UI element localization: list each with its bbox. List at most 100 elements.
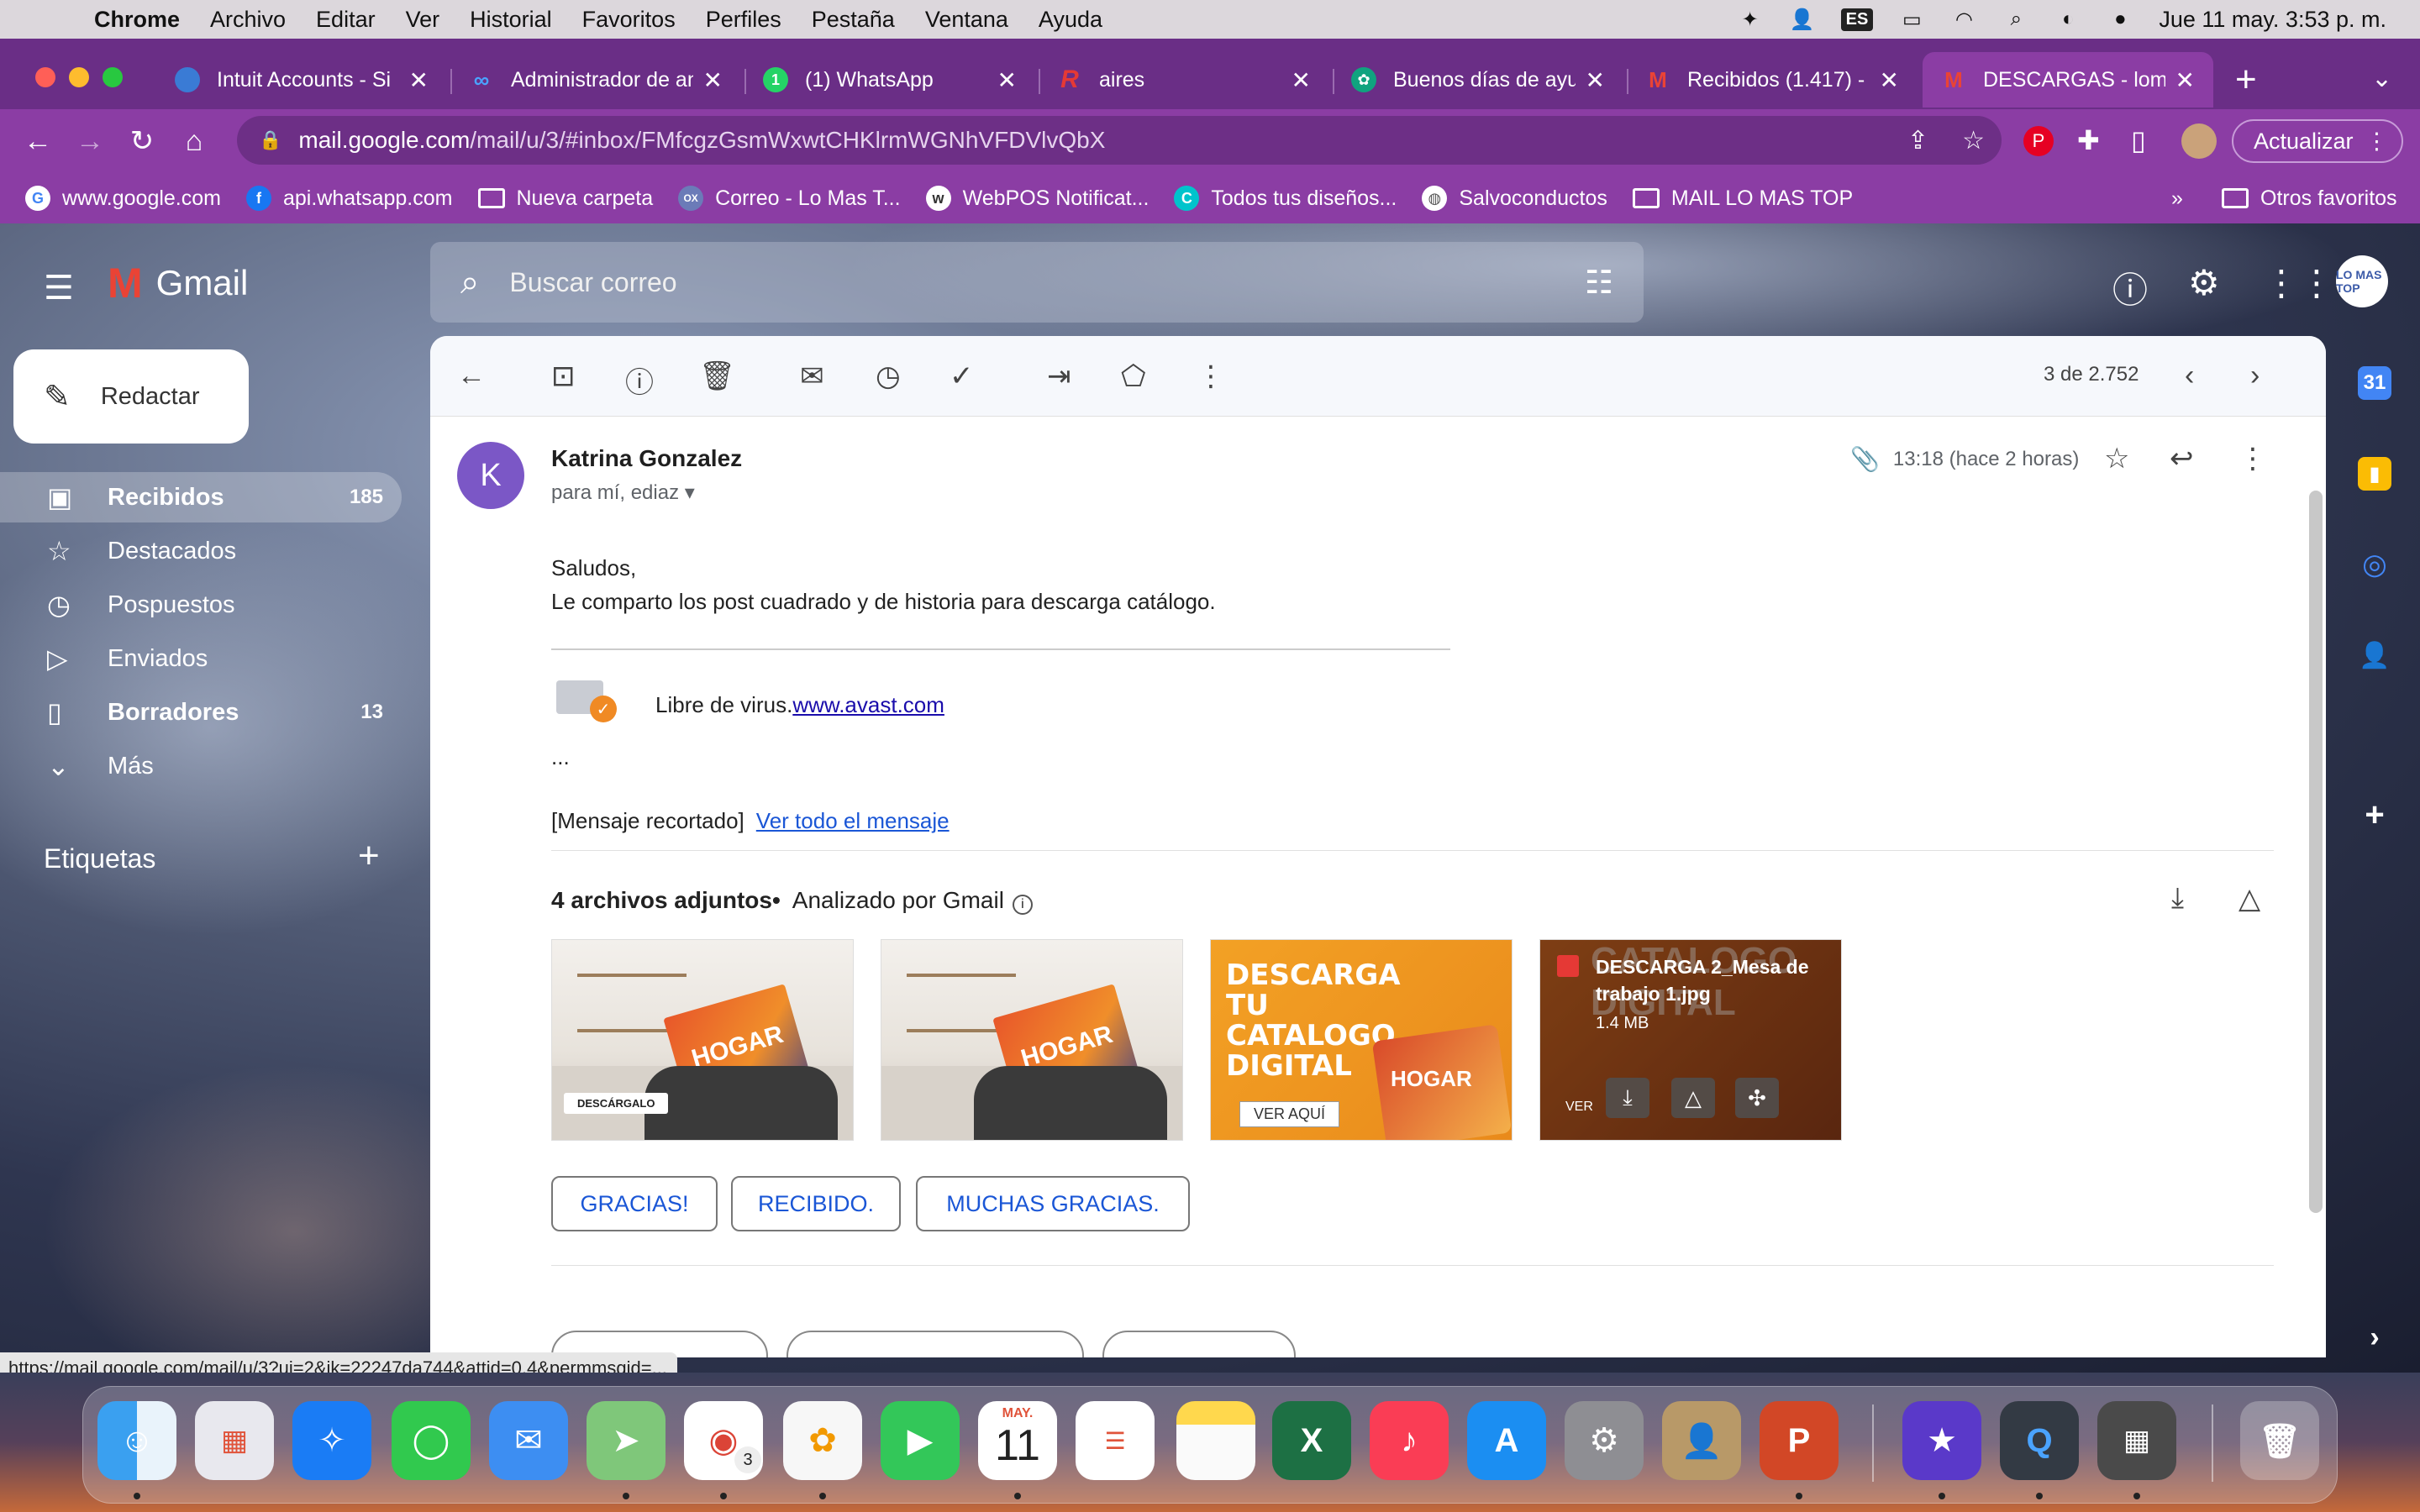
- tab-whatsapp[interactable]: 1 (1) WhatsApp ✕: [744, 52, 1035, 108]
- tab-meta-admin[interactable]: ∞ Administrador de an ✕: [450, 52, 741, 108]
- attachment-thumbnail-3[interactable]: DESCARGA TU CATALOGO DIGITAL VER AQUÍ HO…: [1210, 939, 1512, 1141]
- sender-name[interactable]: Katrina Gonzalez: [551, 445, 742, 472]
- extensions-puzzle-icon[interactable]: ✚: [2077, 124, 2100, 156]
- smart-reply-muchas-gracias[interactable]: MUCHAS GRACIAS.: [916, 1176, 1190, 1231]
- trash-icon[interactable]: 🗑: [2240, 1401, 2319, 1480]
- menu-clock[interactable]: Jue 11 may. 3:53 p. m.: [2159, 7, 2386, 33]
- menu-historial[interactable]: Historial: [470, 7, 552, 33]
- add-addon-icon[interactable]: +: [2358, 796, 2391, 833]
- excel-icon[interactable]: X: [1272, 1401, 1351, 1480]
- close-tab-icon[interactable]: ✕: [1586, 66, 1605, 94]
- pinterest-icon[interactable]: P: [2023, 126, 2054, 156]
- input-language-badge[interactable]: ES: [1840, 8, 1874, 31]
- smart-reply-gracias[interactable]: GRACIAS!: [551, 1176, 718, 1231]
- attachment-thumbnail-1[interactable]: HOGAR DESCÁRGALO: [551, 939, 854, 1141]
- edit-with-photos-icon[interactable]: ✣: [1735, 1078, 1779, 1118]
- menu-ventana[interactable]: Ventana: [925, 7, 1008, 33]
- tab-chatgpt[interactable]: ✿ Buenos días de ayu ✕: [1333, 52, 1623, 108]
- bookmark-star-icon[interactable]: ☆: [1962, 126, 1985, 155]
- settings-icon[interactable]: ⚙: [1565, 1401, 1644, 1480]
- mail-icon[interactable]: ✉: [489, 1401, 568, 1480]
- help-icon[interactable]: ⓘ: [2112, 262, 2148, 313]
- calculator-icon[interactable]: ▦: [2097, 1401, 2176, 1480]
- launchpad-icon[interactable]: ▦: [195, 1401, 274, 1480]
- add-task-icon[interactable]: ✓: [950, 360, 974, 393]
- attachment-thumbnail-4[interactable]: CATALOGO DIGITAL DESCARGA 2_Mesa de trab…: [1539, 939, 1842, 1141]
- add-to-drive-icon[interactable]: △: [1671, 1078, 1715, 1118]
- messages-icon[interactable]: ◯: [392, 1401, 471, 1480]
- bookmark-whatsapp-api[interactable]: f api.whatsapp.com: [245, 186, 453, 211]
- keep-icon[interactable]: ▮: [2358, 457, 2391, 491]
- home-icon[interactable]: ⌂: [168, 125, 220, 158]
- dropbox-icon[interactable]: ✦: [1737, 8, 1764, 31]
- close-tab-icon[interactable]: ✕: [997, 66, 1017, 94]
- move-to-icon[interactable]: ⇥: [1047, 360, 1071, 393]
- new-tab-button[interactable]: +: [2235, 59, 2257, 101]
- reply-icon[interactable]: ↩: [2170, 442, 2194, 475]
- battery-icon[interactable]: ▭: [1898, 8, 1925, 31]
- sender-avatar[interactable]: K: [457, 442, 524, 509]
- share-icon[interactable]: ⇪: [1907, 126, 1928, 155]
- main-menu-icon[interactable]: ☰: [44, 269, 74, 307]
- search-input[interactable]: Buscar correo: [509, 267, 676, 298]
- attachment-thumbnail-2[interactable]: HOGAR: [881, 939, 1183, 1141]
- forward-arrow-icon[interactable]: →: [64, 125, 116, 158]
- tasks-icon[interactable]: ◎: [2358, 548, 2391, 581]
- tab-gmail-inbox[interactable]: M Recibidos (1.417) - ✕: [1627, 52, 1918, 108]
- calendar-icon[interactable]: 31: [2358, 366, 2391, 400]
- close-window-button[interactable]: [35, 67, 55, 87]
- nav-destacados[interactable]: ☆ Destacados: [0, 526, 402, 576]
- view-full-message-link[interactable]: Ver todo el mensaje: [756, 808, 950, 833]
- lock-icon[interactable]: 🔒: [259, 129, 281, 151]
- forward-button[interactable]: [1102, 1331, 1296, 1357]
- menu-editar[interactable]: Editar: [316, 7, 376, 33]
- spotlight-search-icon[interactable]: ⌕: [2002, 8, 2029, 30]
- menu-ayuda[interactable]: Ayuda: [1039, 7, 1102, 33]
- back-to-inbox-icon[interactable]: ←: [457, 360, 486, 392]
- newer-chevron-icon[interactable]: ‹: [2185, 360, 2194, 392]
- bookmarks-overflow-button[interactable]: »: [2171, 186, 2183, 211]
- close-tab-icon[interactable]: ✕: [409, 66, 429, 94]
- bookmark-correo[interactable]: OX Correo - Lo Mas T...: [678, 186, 901, 211]
- reply-all-button[interactable]: [786, 1331, 1084, 1357]
- expand-side-panel-icon[interactable]: ›: [2358, 1320, 2391, 1354]
- contacts-app-icon[interactable]: 👤: [1662, 1401, 1741, 1480]
- menu-favoritos[interactable]: Favoritos: [582, 7, 676, 33]
- recipients-dropdown-icon[interactable]: ▾: [685, 481, 695, 504]
- tab-intuit[interactable]: Intuit Accounts - Si ✕: [156, 52, 447, 108]
- contacts-icon[interactable]: 👤: [2358, 638, 2391, 672]
- close-tab-icon[interactable]: ✕: [1292, 66, 1311, 94]
- star-message-icon[interactable]: ☆: [2104, 442, 2129, 475]
- archive-icon[interactable]: ⊡: [551, 360, 576, 393]
- bookmark-google[interactable]: Gwww.google.com: [25, 186, 221, 211]
- add-label-button[interactable]: +: [358, 835, 380, 877]
- reminders-icon[interactable]: ☰: [1076, 1401, 1155, 1480]
- download-all-icon[interactable]: ⤓: [2171, 882, 2184, 915]
- minimize-window-button[interactable]: [69, 67, 89, 87]
- label-icon[interactable]: ⬠: [1121, 360, 1146, 393]
- menu-pestana[interactable]: Pestaña: [812, 7, 895, 33]
- bookmark-webpos[interactable]: w WebPOS Notificat...: [925, 186, 1149, 211]
- bookmark-canva[interactable]: C Todos tus diseños...: [1174, 186, 1397, 211]
- more-vert-icon[interactable]: ⋮: [2365, 129, 2388, 155]
- report-spam-icon[interactable]: ⓘ: [625, 360, 654, 401]
- safari-icon[interactable]: ✧: [292, 1401, 371, 1480]
- apps-grid-icon[interactable]: ⋮⋮: [2264, 262, 2334, 303]
- gmail-logo[interactable]: M Gmail: [108, 259, 248, 307]
- compose-button[interactable]: ✎ Redactar: [13, 349, 249, 444]
- nav-borradores[interactable]: ▯ Borradores 13: [0, 687, 402, 738]
- notes-icon[interactable]: [1176, 1401, 1255, 1480]
- reload-icon[interactable]: ↻: [116, 124, 168, 158]
- back-arrow-icon[interactable]: ←: [12, 125, 64, 158]
- bookmark-mail-lo-mas-top[interactable]: MAIL LO MAS TOP: [1632, 186, 1853, 211]
- menu-perfiles[interactable]: Perfiles: [706, 7, 781, 33]
- info-icon[interactable]: i: [1012, 895, 1033, 915]
- more-vert-icon[interactable]: ⋮: [1197, 360, 1225, 393]
- appstore-icon[interactable]: A: [1467, 1401, 1546, 1480]
- message-more-icon[interactable]: ⋮: [2238, 442, 2267, 475]
- wifi-icon[interactable]: ◠: [1950, 8, 1977, 31]
- account-avatar[interactable]: LO MAS TOP: [2336, 255, 2388, 307]
- mark-unread-icon[interactable]: ✉: [800, 360, 824, 393]
- profile-avatar[interactable]: [2181, 123, 2217, 159]
- search-bar[interactable]: ⌕ Buscar correo ☷: [430, 242, 1644, 323]
